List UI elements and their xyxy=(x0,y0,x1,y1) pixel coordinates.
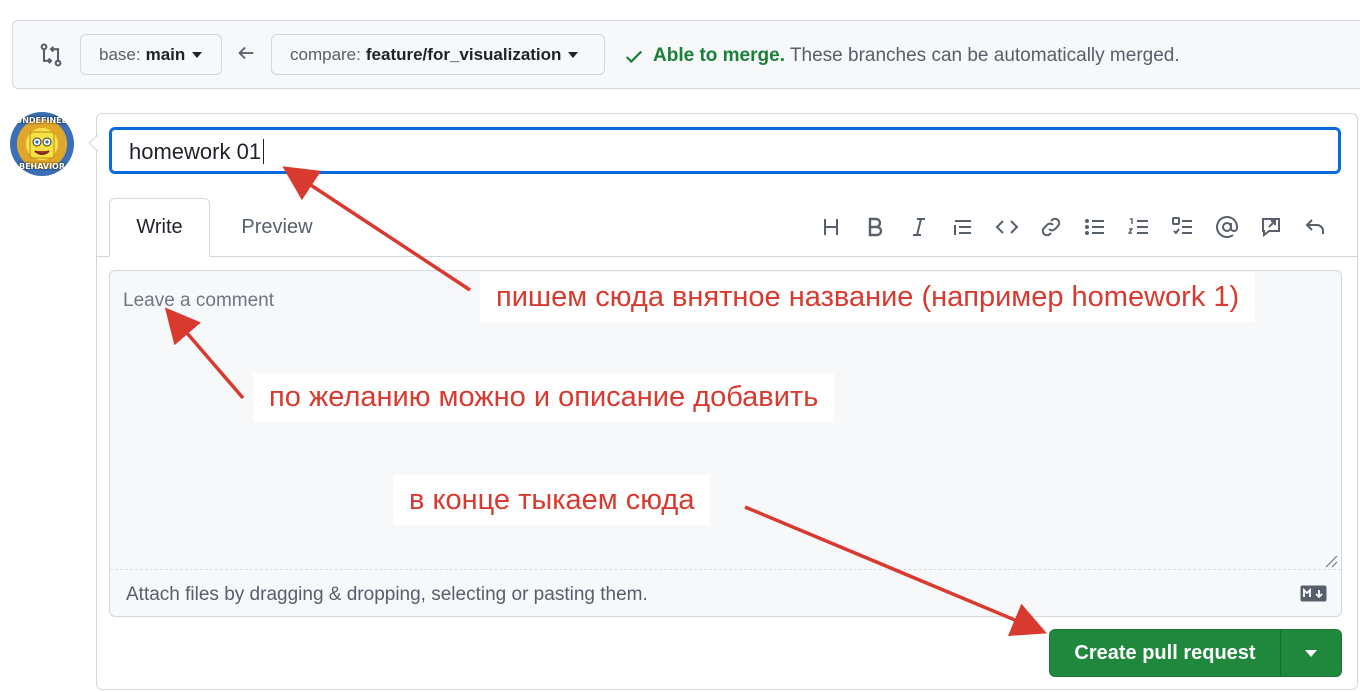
code-icon[interactable] xyxy=(992,212,1022,242)
annotation-title-hint: пишем сюда внятное название (например ho… xyxy=(480,272,1256,322)
link-icon[interactable] xyxy=(1036,212,1066,242)
create-options-dropdown[interactable] xyxy=(1281,630,1341,676)
merge-status-label: Able to merge. xyxy=(653,45,785,66)
attach-divider xyxy=(110,569,1341,570)
base-branch-name: main xyxy=(145,44,186,64)
ordered-list-icon[interactable] xyxy=(1124,212,1154,242)
compare-branches-icon xyxy=(40,43,62,67)
title-input[interactable] xyxy=(109,127,1341,174)
comment-placeholder: Leave a comment xyxy=(123,290,275,311)
heading-icon[interactable] xyxy=(816,212,846,242)
compare-bar: base: main compare: feature/for_visualiz… xyxy=(12,20,1360,89)
chevron-down-icon xyxy=(1305,649,1317,657)
task-list-icon[interactable] xyxy=(1168,212,1198,242)
chevron-down-icon xyxy=(568,51,579,58)
unordered-list-icon[interactable] xyxy=(1080,212,1110,242)
attach-files-hint[interactable]: Attach files by dragging & dropping, sel… xyxy=(126,584,648,606)
base-label: base: xyxy=(99,44,141,64)
base-branch-select[interactable]: base: main xyxy=(80,34,222,75)
resize-handle-icon[interactable] xyxy=(1323,553,1338,568)
avatar-top-text: UNDEFINED xyxy=(15,116,69,125)
avatar[interactable]: UNDEFINED BEHAVIOR xyxy=(10,112,74,176)
compare-branch-select[interactable]: compare: feature/for_visualization xyxy=(271,34,605,75)
avatar-bottom-text: BEHAVIOR xyxy=(18,162,66,171)
annotation-description-hint: по желанию можно и описание добавить xyxy=(253,373,835,422)
italic-icon[interactable] xyxy=(904,212,934,242)
merge-status: Able to merge. These branches can be aut… xyxy=(653,45,1180,67)
chevron-down-icon xyxy=(192,51,203,58)
arrow-left-icon xyxy=(238,46,254,60)
bold-icon[interactable] xyxy=(860,212,890,242)
compare-label: compare: xyxy=(290,44,361,64)
annotation-submit-hint: в конце тыкаем сюда xyxy=(393,475,711,525)
tab-preview[interactable]: Preview xyxy=(222,198,332,257)
create-pull-request-button[interactable]: Create pull request xyxy=(1050,630,1281,676)
quote-icon[interactable] xyxy=(948,212,978,242)
markdown-icon[interactable] xyxy=(1300,585,1327,602)
tab-write[interactable]: Write xyxy=(109,198,210,257)
reference-icon[interactable] xyxy=(1256,212,1286,242)
check-icon xyxy=(625,50,643,64)
mention-icon[interactable] xyxy=(1212,212,1242,242)
merge-status-detail: These branches can be automatically merg… xyxy=(789,45,1180,66)
compare-branch-name: feature/for_visualization xyxy=(365,44,562,64)
comment-textarea[interactable] xyxy=(109,270,1342,617)
form-pointer xyxy=(88,135,98,151)
undo-icon[interactable] xyxy=(1300,212,1330,242)
create-pull-request-button-group: Create pull request xyxy=(1049,629,1342,677)
title-input-value: homework 01 xyxy=(129,139,264,165)
